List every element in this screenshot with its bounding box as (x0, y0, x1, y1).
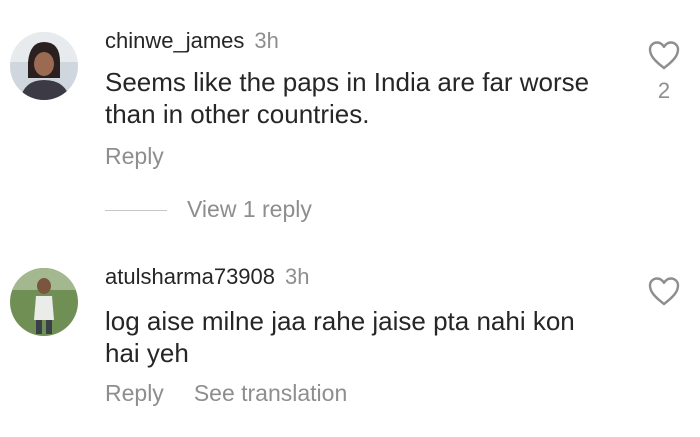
reply-button[interactable]: Reply (105, 380, 164, 406)
comment-text: log aise milne jaa rahe jaise pta nahi k… (105, 306, 575, 368)
comment-meta: chinwe_james 3h (105, 28, 279, 54)
avatar-image (10, 268, 78, 336)
avatar-image (10, 32, 78, 100)
divider (105, 210, 167, 212)
heart-outline-icon[interactable] (648, 276, 680, 306)
comment-actions: Reply (105, 143, 164, 170)
see-translation-button[interactable]: See translation (194, 380, 347, 406)
heart-outline-icon[interactable] (648, 40, 680, 70)
comment-actions: Reply See translation (105, 380, 347, 407)
comment-meta: atulsharma73908 3h (105, 264, 310, 290)
username[interactable]: chinwe_james (105, 28, 244, 53)
like-count: 2 (657, 78, 671, 103)
avatar[interactable] (10, 32, 78, 100)
comment-item: atulsharma73908 3h log aise milne jaa rah… (0, 250, 700, 437)
comment-text: Seems like the paps in India are far wor… (105, 67, 590, 129)
avatar[interactable] (10, 268, 78, 336)
timestamp: 3h (254, 28, 279, 53)
reply-button[interactable]: Reply (105, 143, 164, 169)
view-replies-label[interactable]: View 1 reply (187, 196, 312, 222)
view-replies-button[interactable]: View 1 reply (105, 196, 312, 223)
comment-item: chinwe_james 3h Seems like the paps in In… (0, 0, 700, 240)
username[interactable]: atulsharma73908 (105, 264, 275, 289)
timestamp: 3h (285, 264, 310, 289)
